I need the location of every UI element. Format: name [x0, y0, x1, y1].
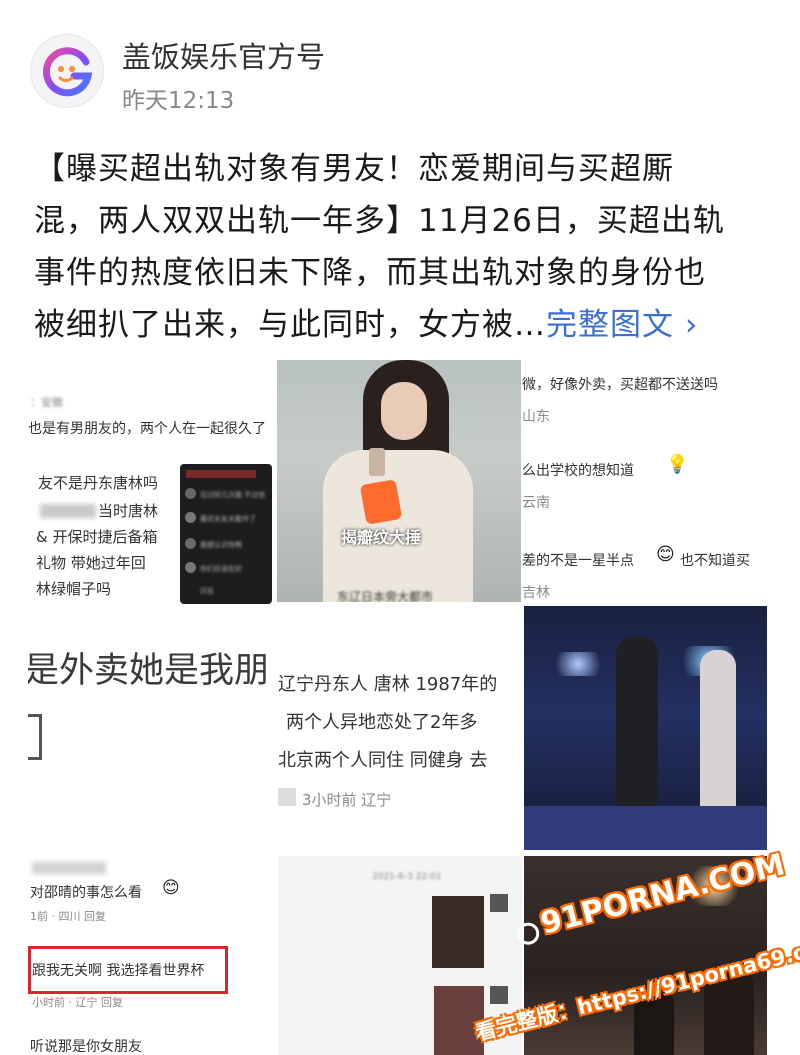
stage-light-icon: [548, 652, 608, 676]
chat-item: 你们应该在好: [200, 565, 242, 573]
photo-woman[interactable]: 揭瓣纹大捶 东辽日本旁大都市: [277, 360, 521, 602]
photo-stage[interactable]: [524, 606, 767, 850]
account-name[interactable]: 盖饭娱乐官方号: [122, 34, 325, 76]
chat-item: 回复: [200, 587, 214, 595]
chat-date: 2021-6-3 22:01: [372, 872, 442, 882]
sticker-icon: [359, 479, 403, 525]
chat-avatar: [185, 512, 196, 523]
user-avatar: [278, 788, 296, 806]
face-shape: [381, 382, 427, 440]
comment-line: 微，好像外卖，买超都不送送吗: [522, 377, 718, 393]
post-line-3: 事件的热度依旧未下降，而其出轨对象的身份也: [34, 255, 706, 291]
post-line: 辽宁丹东人 唐林 1987年的: [278, 674, 498, 695]
stage-floor: [524, 806, 767, 850]
chat-avatar: [185, 562, 196, 573]
comment-location: 山东: [522, 409, 550, 425]
comment-location: ：安徽: [30, 396, 63, 409]
blurred-username: [40, 504, 96, 518]
post-meta: 3小时前 辽宁: [302, 791, 392, 809]
smile-emoji-icon: 😊: [162, 878, 180, 898]
comment-line: 差的不是一星半点: [522, 553, 634, 569]
partial-glyph: [28, 714, 42, 760]
post-line-4: 被细扒了出来，与此同时，女方被…完整图文 ›: [34, 299, 774, 351]
screenshot-big-text[interactable]: 是外卖她是我朋: [28, 618, 272, 854]
chat-item: 最近女友太能作了: [200, 515, 256, 523]
smile-emoji-icon: 😊: [656, 544, 675, 565]
comment-line: 么出学校的想知道: [522, 463, 634, 479]
post-line: 北京两个人同住 同健身 去: [278, 750, 488, 771]
comment-line: 礼物 带她过年回: [36, 554, 146, 572]
bottom-caption: 东辽日本旁大都市: [337, 590, 434, 602]
blurred-username: [32, 862, 106, 874]
bulb-emoji-icon: 💡: [666, 454, 689, 475]
large-text: 是外卖她是我朋: [28, 651, 270, 691]
comment-location: 云南: [522, 495, 550, 511]
image-collage[interactable]: ：安徽 也是有男朋友的，两个人在一起很久了 友不是丹东唐林吗 当时唐林 & 开保…: [28, 356, 778, 1055]
person-figure-right: [700, 650, 736, 810]
full-article-link[interactable]: 完整图文 ›: [546, 307, 698, 343]
watermark-logo-icon: [514, 919, 542, 947]
post-time: 昨天12:13: [122, 88, 235, 114]
post-line-4-text: 被细扒了出来，与此同时，女方被…: [34, 307, 546, 343]
smiley-g-logo-icon: [42, 47, 93, 97]
account-avatar[interactable]: [30, 34, 104, 108]
chat-avatar: [490, 986, 508, 1004]
chat-video-thumb: [432, 896, 484, 968]
screenshot-comment-4[interactable]: 对邵晴的事怎么看 😊 1前 · 四川 回复 跟我无关啊 我选择看世界杯 小时前 …: [28, 856, 272, 1055]
comment-line: 林绿帽子吗: [36, 580, 112, 598]
comment-line: 友不是丹东唐林吗: [38, 474, 159, 492]
comment-meta: 1前 · 四川 回复: [30, 910, 106, 923]
comment-meta: 小时前 · 辽宁 回复: [32, 996, 123, 1009]
sticker-caption: 揭瓣纹大捶: [341, 528, 422, 547]
person-figure-left: [616, 636, 658, 806]
screenshot-comment-2[interactable]: 友不是丹东唐林吗 当时唐林 & 开保时捷后备箱 礼物 带她过年回 林绿帽子吗: [28, 464, 180, 604]
post-line: 两个人异地恋处了2年多: [286, 712, 478, 733]
screenshot-text-post[interactable]: 辽宁丹东人 唐林 1987年的 两个人异地恋处了2年多 北京两个人同住 同健身 …: [278, 618, 522, 854]
phone-in-hand: [369, 448, 385, 476]
comment-line: 听说那是你女朋友: [30, 1039, 142, 1055]
chat-avatar: [490, 894, 508, 912]
chat-avatar: [185, 538, 196, 549]
screenshot-comment-3[interactable]: 微，好像外卖，买超都不送送吗 山东 么出学校的想知道 💡 云南 差的不是一星半点…: [522, 356, 778, 602]
comment-line: & 开保时捷后备箱: [36, 528, 158, 546]
red-header-bar: [186, 470, 256, 478]
comment-text: 也是有男朋友的，两个人在一起很久了: [28, 421, 266, 437]
chat-item: 见过好几次面 不过也: [200, 491, 266, 499]
comment-line: 跟我无关啊 我选择看世界杯: [32, 963, 205, 979]
comment-line: 也不知道买: [680, 553, 750, 569]
screenshot-comment-1[interactable]: ：安徽 也是有男朋友的，两个人在一起很久了: [28, 356, 272, 456]
chat-avatar: [185, 488, 196, 499]
post-line-1: 【曝买超出轨对象有男友！恋爱期间与买超厮: [34, 151, 674, 187]
chat-item: 我想认识你啊: [200, 541, 242, 549]
post-header: 盖饭娱乐官方号 昨天12:13: [0, 0, 800, 130]
post-line-2: 混，两人双双出轨一年多】11月26日，买超出轨: [34, 203, 725, 239]
screenshot-dark-chat[interactable]: 见过好几次面 不过也 最近女友太能作了 我想认识你啊 你们应该在好 回复: [180, 464, 272, 604]
comment-line: 当时唐林: [98, 502, 159, 520]
comment-line: 对邵晴的事怎么看: [30, 885, 142, 901]
comment-location: 吉林: [522, 585, 550, 601]
post-text: 【曝买超出轨对象有男友！恋爱期间与买超厮 混，两人双双出轨一年多】11月26日，…: [34, 143, 774, 351]
